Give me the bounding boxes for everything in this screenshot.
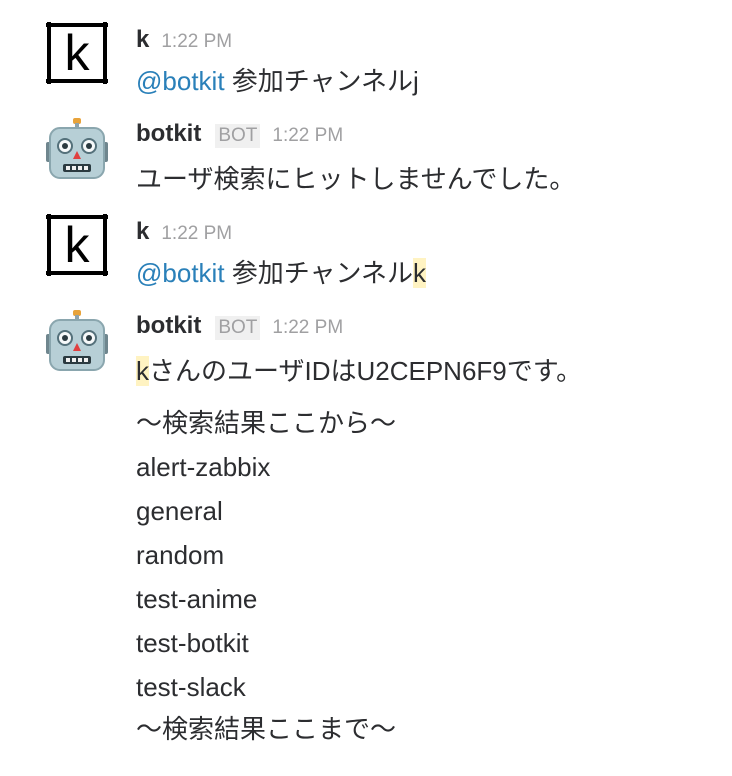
- message-meta: botkit BOT 1:22 PM: [136, 312, 343, 342]
- timestamp[interactable]: 1:22 PM: [161, 31, 232, 53]
- timestamp[interactable]: 1:22 PM: [272, 125, 343, 147]
- result-line: test-slack: [136, 672, 246, 702]
- search-highlight: k: [413, 258, 426, 288]
- message-text-body: 参加チャンネル: [224, 66, 413, 96]
- username[interactable]: botkit: [136, 120, 201, 148]
- bot-badge: BOT: [215, 124, 261, 148]
- message-text: @botkit 参加チャンネルj: [136, 64, 419, 98]
- mention-link[interactable]: @botkit: [136, 66, 225, 96]
- result-line: general: [136, 496, 223, 526]
- message-text-body: 参加チャンネル: [224, 258, 413, 288]
- search-highlight: k: [136, 356, 149, 386]
- message-text-body: さんのユーザIDはU2CEPN6F9です。: [149, 356, 583, 386]
- result-line: test-anime: [136, 584, 258, 614]
- result-line: 〜検索結果ここまで〜: [136, 714, 397, 744]
- user-avatar-k[interactable]: k: [46, 22, 108, 84]
- mention-link[interactable]: @botkit: [136, 258, 225, 288]
- timestamp[interactable]: 1:22 PM: [161, 223, 232, 245]
- result-line: alert-zabbix: [136, 452, 271, 482]
- bot-avatar[interactable]: [46, 310, 108, 372]
- username[interactable]: k: [136, 218, 149, 246]
- avatar-letter: k: [64, 25, 90, 81]
- result-line: random: [136, 540, 225, 570]
- username[interactable]: botkit: [136, 312, 201, 340]
- message-text: ユーザ検索にヒットしませんでした。: [136, 164, 576, 194]
- message-k-1: k k 1:22 PM @botkit 参加チャンネルj: [0, 22, 732, 102]
- bot-avatar[interactable]: [46, 118, 108, 180]
- message-meta: botkit BOT 1:22 PM: [136, 120, 343, 150]
- username[interactable]: k: [136, 26, 149, 54]
- bot-badge: BOT: [215, 316, 261, 340]
- timestamp[interactable]: 1:22 PM: [272, 317, 343, 339]
- robot-face-icon: [46, 310, 108, 371]
- message-k-2: k k 1:22 PM @botkit 参加チャンネルk: [0, 214, 732, 294]
- message-meta: k 1:22 PM: [136, 218, 232, 248]
- message-text-end: j: [413, 66, 419, 96]
- message-text: kさんのユーザIDはU2CEPN6F9です。: [136, 354, 582, 388]
- robot-face-icon: [46, 118, 108, 179]
- message-meta: k 1:22 PM: [136, 26, 232, 56]
- result-line: test-botkit: [136, 628, 249, 658]
- avatar-letter: k: [64, 217, 90, 273]
- user-avatar-k[interactable]: k: [46, 214, 108, 276]
- message-botkit-1: botkit BOT 1:22 PM ユーザ検索にヒットしませんでした。: [0, 116, 732, 196]
- message-text: @botkit 参加チャンネルk: [136, 256, 426, 290]
- result-line: 〜検索結果ここから〜: [136, 408, 397, 438]
- message-botkit-2: botkit BOT 1:22 PM kさんのユーザIDはU2CEPN6F9です…: [0, 308, 732, 758]
